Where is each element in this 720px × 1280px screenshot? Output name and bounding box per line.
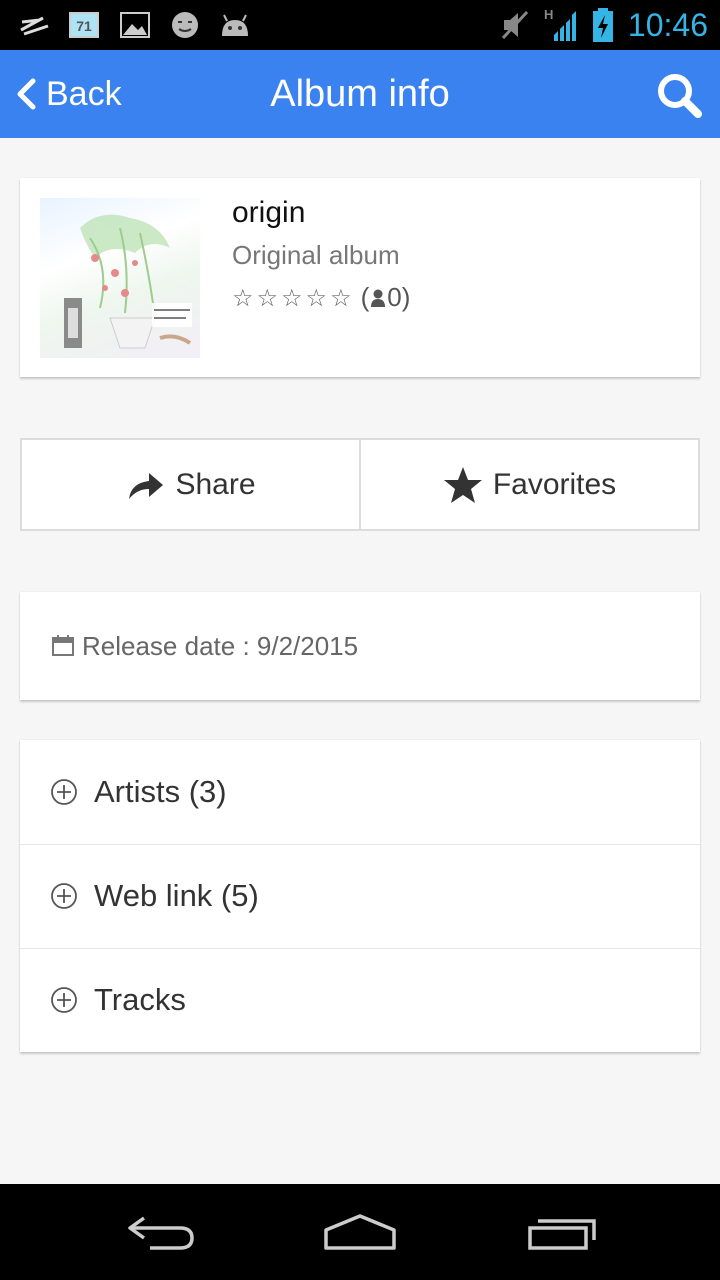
back-label: Back: [46, 74, 122, 113]
section-tracks[interactable]: Tracks: [20, 948, 700, 1052]
expand-plus-icon: [51, 883, 77, 909]
section-web-link[interactable]: Web link (5): [20, 844, 700, 948]
calendar-icon: [52, 635, 74, 656]
person-icon: [371, 289, 386, 307]
smiley-icon: [172, 12, 198, 38]
image-icon: [120, 12, 150, 38]
album-card: origin Original album ☆☆☆☆☆ ( 0): [20, 178, 700, 377]
section-label: Tracks: [94, 982, 186, 1017]
system-icons: H 10:46: [500, 4, 708, 46]
expand-plus-icon: [51, 779, 77, 805]
release-date: Release date : 9/2/2015: [82, 630, 359, 661]
share-label: Share: [175, 467, 256, 501]
share-button[interactable]: Share: [22, 440, 359, 529]
favorites-label: Favorites: [492, 467, 617, 501]
sections-card: Artists (3) Web link (5) Tracks: [20, 740, 700, 1052]
section-artists[interactable]: Artists (3): [20, 740, 700, 844]
svg-text:H: H: [544, 7, 553, 22]
recents-nav-icon[interactable]: [522, 1208, 602, 1256]
status-bar: 71 H 10:46: [0, 0, 720, 50]
section-label: Artists (3): [94, 774, 227, 809]
expand-plus-icon: [51, 987, 77, 1013]
navigation-bar: [0, 1184, 720, 1280]
album-cover[interactable]: [40, 198, 200, 358]
rating-stars: ☆☆☆☆☆: [232, 283, 355, 312]
album-cover-art: [64, 214, 192, 349]
mute-icon: [501, 10, 529, 40]
back-button[interactable]: Back: [14, 50, 122, 138]
album-title: origin: [232, 196, 306, 229]
section-label: Web link (5): [94, 878, 259, 913]
rating-count-value: 0): [387, 282, 411, 312]
back-nav-icon[interactable]: [120, 1208, 200, 1256]
star-icon: [443, 466, 482, 503]
album-type: Original album: [232, 240, 400, 270]
svg-text:71: 71: [76, 18, 92, 34]
app-bar: Back Album info: [0, 50, 720, 138]
notification-icons: 71: [18, 10, 252, 40]
chevron-left-icon: [17, 78, 36, 110]
favorites-button[interactable]: Favorites: [359, 440, 698, 529]
calendar-notification-icon: 71: [69, 12, 99, 38]
share-icon: [129, 472, 164, 499]
clock: 10:46: [627, 7, 708, 43]
search-icon[interactable]: [654, 70, 704, 120]
rating-row[interactable]: ☆☆☆☆☆ ( 0): [232, 282, 410, 313]
rating-count: ( 0): [361, 282, 411, 313]
signal-icon: H: [544, 7, 576, 41]
release-card: Release date : 9/2/2015: [20, 592, 700, 700]
signature-icon: [20, 16, 49, 36]
home-nav-icon[interactable]: [320, 1208, 400, 1256]
action-buttons: Share Favorites: [20, 438, 700, 531]
release-date-row: Release date : 9/2/2015: [52, 592, 358, 700]
battery-charging-icon: [592, 8, 613, 42]
rating-count-open: (: [360, 282, 370, 312]
android-icon: [222, 14, 248, 36]
